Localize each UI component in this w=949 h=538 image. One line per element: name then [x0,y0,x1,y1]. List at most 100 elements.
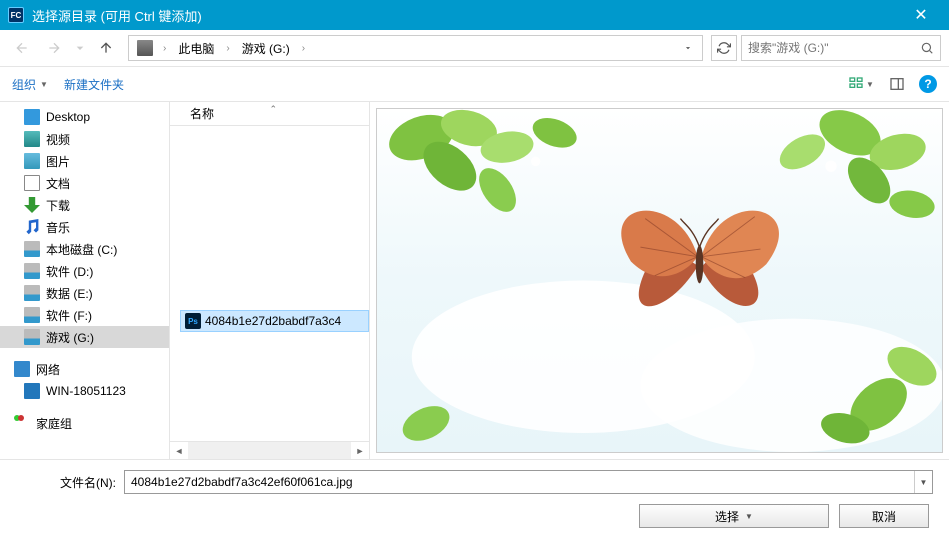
filename-dropdown[interactable]: ▼ [914,471,932,493]
sidebar-item-0[interactable]: Desktop [0,106,169,128]
organize-menu[interactable]: 组织 ▼ [12,76,48,93]
sidebar-item-label: 游戏 (G:) [46,329,94,346]
bottom-panel: 文件名(N): ▼ 选择 ▼ 取消 [0,459,949,538]
app-icon: FC [8,7,24,23]
down-icon [24,197,40,213]
sidebar: Desktop 视频图片文档下载音乐本地磁盘 (C:) 软件 (D:) 数据 (E:)… [0,102,170,459]
pc-icon [137,40,153,56]
disk-icon [24,307,40,323]
filename-input[interactable] [125,475,914,489]
sidebar-item-label: 网络 [36,361,60,378]
new-folder-button[interactable]: 新建文件夹 [64,76,124,93]
close-button[interactable]: ✕ [901,0,941,30]
sidebar-item-8[interactable]: 数据 (E:) [0,282,169,304]
sidebar-item-network-child[interactable]: WIN-18051123 [0,380,169,402]
sidebar-item-network[interactable]: 网络 [0,358,169,380]
scroll-left-button[interactable]: ◄ [170,442,188,459]
breadcrumb[interactable]: › 此电脑 › 游戏 (G:) › [128,35,703,61]
chevron-down-icon: ▼ [745,512,753,521]
select-button[interactable]: 选择 ▼ [639,504,829,528]
disk-icon [24,263,40,279]
sidebar-item-label: 图片 [46,153,70,170]
sidebar-item-6[interactable]: 本地磁盘 (C:) [0,238,169,260]
file-item-selected[interactable]: Ps 4084b1e27d2babdf7a3c4 [180,310,369,332]
sort-caret-icon: ⌃ [270,104,278,115]
forward-button[interactable] [40,34,68,62]
sidebar-item-2[interactable]: 图片 [0,150,169,172]
breadcrumb-dropdown[interactable] [678,36,698,60]
window-title: 选择源目录 (可用 Ctrl 键添加) [32,6,901,25]
filename-field-wrap: ▼ [124,470,933,494]
recent-dropdown[interactable] [72,34,88,62]
search-box[interactable] [741,35,941,61]
doc-icon [24,175,40,191]
main-area: Desktop 视频图片文档下载音乐本地磁盘 (C:) 软件 (D:) 数据 (E:)… [0,102,949,459]
disk-icon [24,285,40,301]
column-header-label: 名称 [190,105,214,122]
chevron-right-icon: › [222,43,233,54]
music-icon [24,219,40,235]
file-list-body[interactable]: Ps 4084b1e27d2babdf7a3c4 [170,126,369,441]
disk-icon [24,241,40,257]
help-button[interactable]: ? [919,75,937,93]
chevron-right-icon: › [298,43,309,54]
back-button[interactable] [8,34,36,62]
preview-image [376,108,943,453]
sidebar-item-5[interactable]: 音乐 [0,216,169,238]
select-button-label: 选择 [715,508,739,525]
butterfly-leaves-image [377,109,942,452]
view-mode-button[interactable]: ▼ [847,73,875,95]
filename-label: 文件名(N): [16,474,116,491]
filename-row: 文件名(N): ▼ [16,470,933,494]
pic-icon [24,153,40,169]
file-name-label: 4084b1e27d2babdf7a3c4 [205,314,341,328]
computer-icon [24,383,40,399]
sidebar-item-label: WIN-18051123 [46,384,126,398]
preview-pane-button[interactable] [883,73,911,95]
sidebar-item-label: Desktop [46,110,90,124]
photoshop-icon: Ps [185,313,201,329]
search-input[interactable] [748,41,920,55]
scroll-right-button[interactable]: ► [351,442,369,459]
homegroup-icon [14,415,30,431]
sidebar-item-7[interactable]: 软件 (D:) [0,260,169,282]
chevron-down-icon: ▼ [40,80,48,89]
sidebar-item-label: 软件 (F:) [46,307,92,324]
sidebar-item-label: 家庭组 [36,415,72,432]
sidebar-item-homegroup[interactable]: 家庭组 [0,412,169,434]
nav-bar: › 此电脑 › 游戏 (G:) › [0,30,949,66]
sidebar-item-label: 数据 (E:) [46,285,93,302]
horizontal-scrollbar[interactable]: ◄ ► [170,441,369,459]
disk-icon [24,329,40,345]
up-button[interactable] [92,34,120,62]
sidebar-item-3[interactable]: 文档 [0,172,169,194]
search-icon [920,41,934,55]
chevron-right-icon: › [159,43,170,54]
sidebar-item-label: 本地磁盘 (C:) [46,241,117,258]
sidebar-item-label: 软件 (D:) [46,263,93,280]
desktop-icon [24,109,40,125]
sidebar-item-label: 视频 [46,131,70,148]
network-icon [14,361,30,377]
scroll-track[interactable] [188,442,351,459]
preview-pane [370,102,949,459]
breadcrumb-item-pc[interactable]: 此电脑 [172,38,220,59]
sidebar-item-label: 下载 [46,197,70,214]
sidebar-item-4[interactable]: 下载 [0,194,169,216]
title-bar: FC 选择源目录 (可用 Ctrl 键添加) ✕ [0,0,949,30]
video-icon [24,131,40,147]
sidebar-item-10[interactable]: 游戏 (G:) [0,326,169,348]
sidebar-item-9[interactable]: 软件 (F:) [0,304,169,326]
file-list: ⌃ 名称 Ps 4084b1e27d2babdf7a3c4 ◄ ► [170,102,370,459]
button-row: 选择 ▼ 取消 [16,504,933,528]
organize-label: 组织 [12,76,36,93]
refresh-button[interactable] [711,35,737,61]
sidebar-item-1[interactable]: 视频 [0,128,169,150]
cancel-button-label: 取消 [872,508,896,525]
breadcrumb-item-drive[interactable]: 游戏 (G:) [236,38,296,59]
sidebar-item-label: 文档 [46,175,70,192]
toolbar: 组织 ▼ 新建文件夹 ▼ ? [0,66,949,102]
sidebar-item-label: 音乐 [46,219,70,236]
cancel-button[interactable]: 取消 [839,504,929,528]
column-header-name[interactable]: ⌃ 名称 [170,102,369,126]
